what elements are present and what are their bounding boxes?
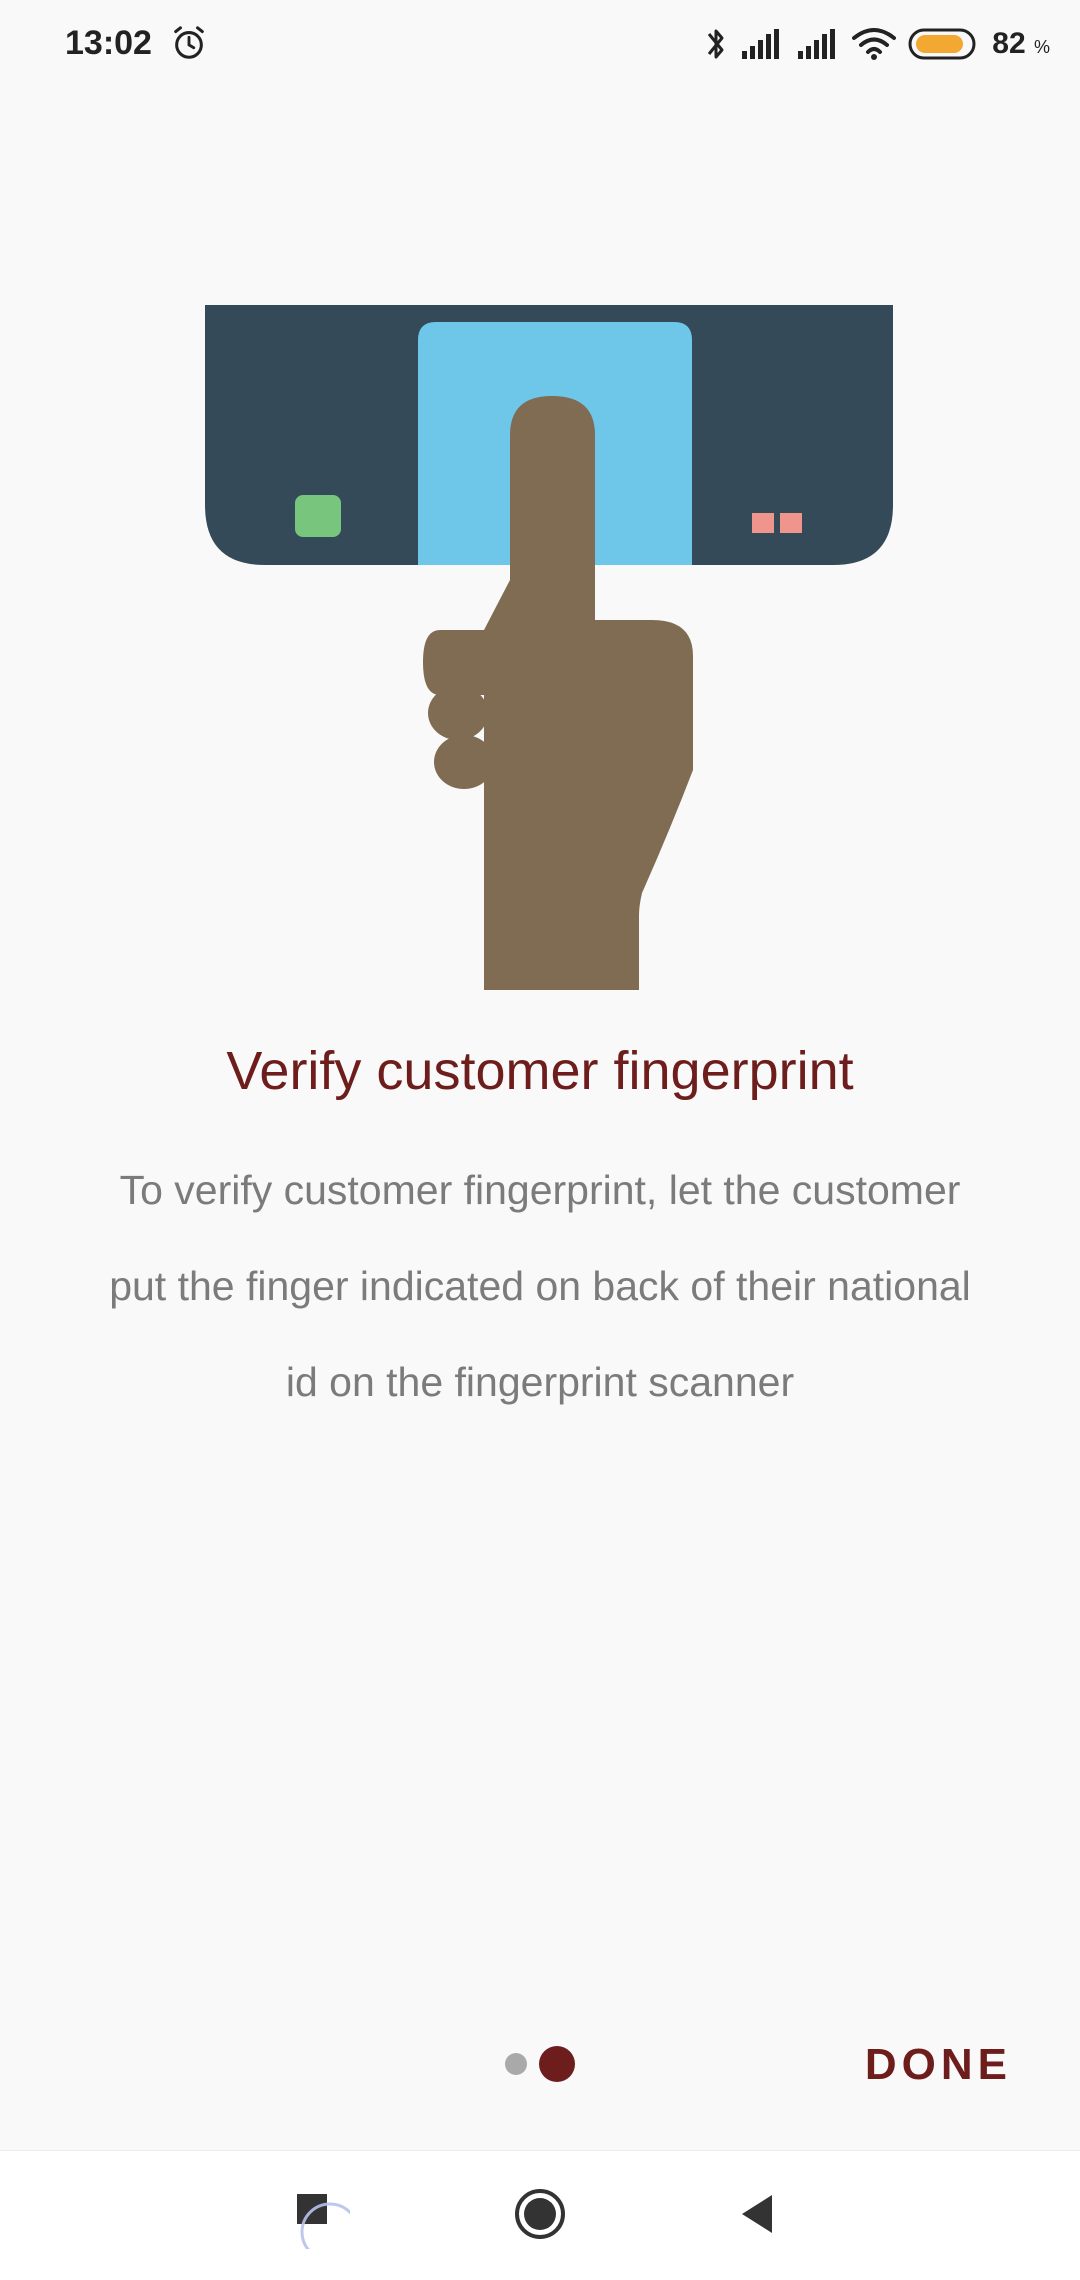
back-icon[interactable] [725,2179,795,2249]
fingerprint-scanner-illustration [205,305,893,990]
onboarding-description: To verify customer fingerprint, let the … [109,1167,971,1405]
wifi-icon [852,28,897,60]
onboarding-title: Verify customer fingerprint [226,1041,854,1101]
bluetooth-icon [708,29,724,59]
status-icons: 82 % [704,22,1050,66]
done-button[interactable]: DONE [865,2040,1012,2090]
status-time: 13:02 [65,24,152,62]
navigation-bar [0,2150,1080,2280]
status-led-red [752,513,774,533]
signal-icon [742,29,780,59]
status-led-red [780,513,802,533]
page-dot-inactive[interactable] [505,2053,527,2075]
status-bar: 13:02 82 % [0,0,1080,90]
recent-apps-icon[interactable] [280,2179,350,2249]
page-indicator [505,2046,575,2082]
page-dot-active[interactable] [539,2046,575,2082]
screen: 13:02 82 % Verify customer fingerprint T… [0,0,1080,2280]
battery-icon [908,28,976,60]
signal-icon [798,29,836,59]
alarm-icon [174,26,204,59]
home-icon[interactable] [505,2179,575,2249]
battery-percent: 82 % [992,27,1050,60]
status-led-green [295,495,341,537]
